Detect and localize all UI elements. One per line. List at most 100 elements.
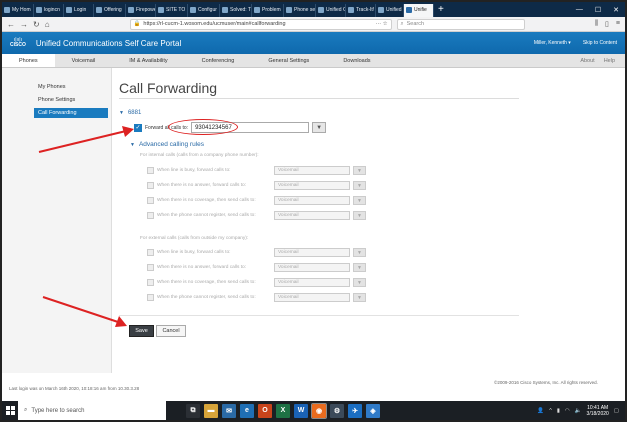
help-link[interactable]: Help: [604, 58, 615, 64]
tab-general-settings[interactable]: General Settings: [251, 54, 326, 67]
back-icon[interactable]: ←: [7, 20, 15, 29]
mail-icon[interactable]: ✉: [222, 403, 236, 418]
rule-label: When there is no coverage, then send cal…: [157, 198, 256, 203]
browser-toolbar: ← → ↻ ⌂ 🔒 https://rl-cucm-1.wosom.edu/uc…: [2, 17, 625, 32]
excel-icon[interactable]: X: [276, 403, 290, 418]
rule-select[interactable]: Voicemail: [274, 181, 350, 190]
rule-checkbox[interactable]: [147, 264, 154, 271]
sidebar-item-phone-settings[interactable]: Phone Settings: [38, 97, 75, 103]
cancel-button[interactable]: Cancel: [156, 325, 186, 337]
rule-dropdown-button[interactable]: ▼: [353, 293, 366, 302]
maximize-icon[interactable]: ☐: [595, 6, 601, 14]
tab-conferencing[interactable]: Conferencing: [185, 54, 252, 67]
volume-icon[interactable]: 🔈: [575, 408, 582, 414]
page-actions-icon[interactable]: ··· ☆: [376, 21, 388, 27]
sidebar-item-call-forwarding[interactable]: Call Forwarding: [34, 108, 108, 118]
rule-label: When there is no coverage, then send cal…: [157, 280, 256, 285]
browser-tab[interactable]: Problem: [252, 3, 284, 17]
library-icon[interactable]: ⫼: [595, 20, 598, 28]
browser-tab[interactable]: Firepowe: [126, 3, 156, 17]
line-header[interactable]: ▼ 6881: [119, 110, 141, 116]
chevron-up-icon[interactable]: ^: [549, 408, 552, 414]
home-icon[interactable]: ⌂: [45, 20, 50, 29]
advanced-calling-rules-toggle[interactable]: ▼ Advanced calling rules: [130, 141, 204, 148]
firefox-icon[interactable]: ◉: [311, 402, 327, 419]
app2-icon[interactable]: ◈: [366, 403, 380, 418]
browser-tab[interactable]: SITE TO: [156, 3, 188, 17]
rule-dropdown-button[interactable]: ▼: [353, 211, 366, 220]
sidebar-item-my-phones[interactable]: My Phones: [38, 84, 66, 90]
people-icon[interactable]: 👤: [537, 408, 544, 414]
menu-icon[interactable]: ≡: [616, 20, 620, 28]
forward-icon[interactable]: →: [20, 20, 28, 29]
sidebar-icon[interactable]: ▯: [605, 20, 609, 28]
rule-select[interactable]: Voicemail: [274, 248, 350, 257]
word-icon[interactable]: W: [294, 403, 308, 418]
rule-checkbox[interactable]: [147, 249, 154, 256]
tab-downloads[interactable]: Downloads: [326, 54, 387, 67]
browser-tab[interactable]: Phone se: [284, 3, 316, 17]
browser-tab[interactable]: Solved: T: [220, 3, 252, 17]
rule-select[interactable]: Voicemail: [274, 196, 350, 205]
rule-checkbox[interactable]: [147, 197, 154, 204]
rule-dropdown-button[interactable]: ▼: [353, 248, 366, 257]
rule-select[interactable]: Voicemail: [274, 166, 350, 175]
browser-tab[interactable]: Unified C: [316, 3, 346, 17]
notifications-icon[interactable]: ▢: [614, 408, 619, 414]
tab-voicemail[interactable]: Voicemail: [55, 54, 113, 67]
rule-checkbox[interactable]: [147, 279, 154, 286]
rule-checkbox[interactable]: [147, 182, 154, 189]
browser-tab[interactable]: My Hom: [2, 3, 34, 17]
browser-tab[interactable]: Track-It!: [346, 3, 376, 17]
taskbar-search[interactable]: ⌕ Type here to search: [18, 401, 166, 420]
browser-tab[interactable]: Unified C: [376, 3, 404, 17]
rule-dropdown-button[interactable]: ▼: [353, 181, 366, 190]
rule-select[interactable]: Voicemail: [274, 263, 350, 272]
about-link[interactable]: About: [580, 58, 594, 64]
taskbar-clock[interactable]: 10:41 AM 3/18/2020: [587, 405, 609, 417]
user-menu[interactable]: Miller, Kenneth ▾: [534, 40, 571, 46]
remote-app-icon[interactable]: ✈: [348, 403, 362, 418]
browser-tab[interactable]: logincn: [34, 3, 64, 17]
minimize-icon[interactable]: —: [576, 6, 583, 14]
edge-icon[interactable]: e: [240, 403, 254, 418]
browser-tab[interactable]: Unifie: [404, 3, 434, 17]
save-button[interactable]: Save: [129, 325, 154, 337]
browser-tab-label: My Hom: [12, 7, 31, 13]
rule-dropdown-button[interactable]: ▼: [353, 263, 366, 272]
forward-all-checkbox[interactable]: ✓: [134, 123, 142, 132]
browser-tab-label: Phone se: [294, 7, 316, 13]
reload-icon[interactable]: ↻: [33, 20, 40, 29]
browser-tab[interactable]: Configur: [188, 3, 220, 17]
address-bar[interactable]: 🔒 https://rl-cucm-1.wosom.edu/ucmuser/ma…: [129, 18, 392, 30]
browser-search-field[interactable]: ⌕ Search: [396, 18, 525, 30]
rule-dropdown-button[interactable]: ▼: [353, 278, 366, 287]
rule-select[interactable]: Voicemail: [274, 278, 350, 287]
favicon-icon: [158, 7, 164, 13]
task-view-icon[interactable]: ⧉: [186, 403, 200, 418]
tab-im-availability[interactable]: IM & Availability: [112, 54, 184, 67]
browser-tab[interactable]: Login: [64, 3, 94, 17]
wifi-icon[interactable]: ◠: [565, 408, 570, 414]
favicon-icon: [406, 7, 412, 13]
close-icon[interactable]: ✕: [613, 6, 619, 14]
app-icon[interactable]: ⚙: [330, 403, 344, 418]
office-icon[interactable]: O: [258, 403, 272, 418]
rule-label: When the phone cannot register, send cal…: [157, 213, 256, 218]
rule-checkbox[interactable]: [147, 212, 154, 219]
new-tab-button[interactable]: +: [434, 4, 448, 15]
battery-icon[interactable]: ▮: [557, 408, 560, 414]
rule-select[interactable]: Voicemail: [274, 211, 350, 220]
forward-number-dropdown-button[interactable]: ▼: [312, 122, 327, 133]
tab-phones[interactable]: Phones: [2, 54, 55, 67]
rule-select[interactable]: Voicemail: [274, 293, 350, 302]
file-explorer-icon[interactable]: ▬: [204, 403, 218, 418]
favicon-icon: [96, 7, 102, 13]
rule-dropdown-button[interactable]: ▼: [353, 166, 366, 175]
start-button[interactable]: [2, 401, 18, 420]
browser-tab[interactable]: Offering: [94, 3, 126, 17]
rule-checkbox[interactable]: [147, 294, 154, 301]
rule-dropdown-button[interactable]: ▼: [353, 196, 366, 205]
rule-checkbox[interactable]: [147, 167, 154, 174]
skip-to-content-link[interactable]: Skip to Content: [583, 40, 617, 46]
